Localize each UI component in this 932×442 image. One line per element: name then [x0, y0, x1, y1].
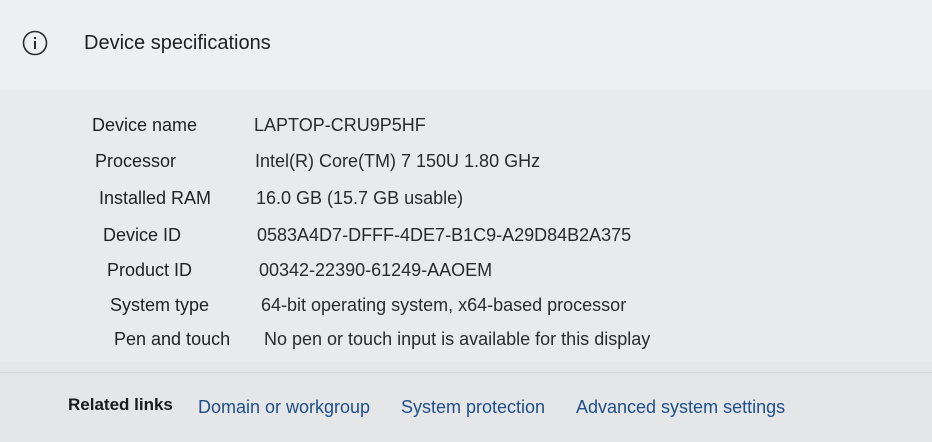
device-specifications-header[interactable]: Device specifications — [0, 0, 932, 91]
spec-label: Processor — [95, 151, 177, 171]
info-icon — [22, 30, 48, 56]
section-title: Device specifications — [84, 32, 271, 54]
domain-or-workgroup-link[interactable]: Domain or workgroup — [198, 395, 370, 419]
spec-label: Product ID — [107, 260, 193, 280]
related-links-label: Related links — [68, 395, 173, 414]
spec-label: Installed RAM — [99, 188, 212, 208]
advanced-system-settings-link[interactable]: Advanced system settings — [576, 395, 785, 419]
spec-value[interactable]: 0583A4D7-DFFF-4DE7-B1C9-A29D84B2A375 — [257, 222, 631, 248]
spec-label: Pen and touch — [114, 329, 231, 349]
spec-value[interactable]: 64-bit operating system, x64-based proce… — [261, 292, 626, 318]
spec-label: System type — [110, 295, 210, 315]
system-protection-link[interactable]: System protection — [401, 395, 545, 419]
spec-value[interactable]: 00342-22390-61249-AAOEM — [259, 257, 492, 283]
specs-list: Device name LAPTOP-CRU9P5HF Processor In… — [0, 90, 932, 362]
spec-label: Device name — [92, 115, 198, 135]
related-links-bar: Related links Domain or workgroup System… — [0, 372, 932, 442]
spec-value[interactable]: 16.0 GB (15.7 GB usable) — [256, 185, 463, 211]
spec-value[interactable]: LAPTOP-CRU9P5HF — [254, 112, 426, 138]
spec-value[interactable]: No pen or touch input is available for t… — [264, 326, 650, 352]
spec-value[interactable]: Intel(R) Core(TM) 7 150U 1.80 GHz — [255, 148, 540, 174]
spec-label: Device ID — [103, 225, 182, 245]
settings-page: Device specifications Device name LAPTOP… — [0, 0, 932, 442]
